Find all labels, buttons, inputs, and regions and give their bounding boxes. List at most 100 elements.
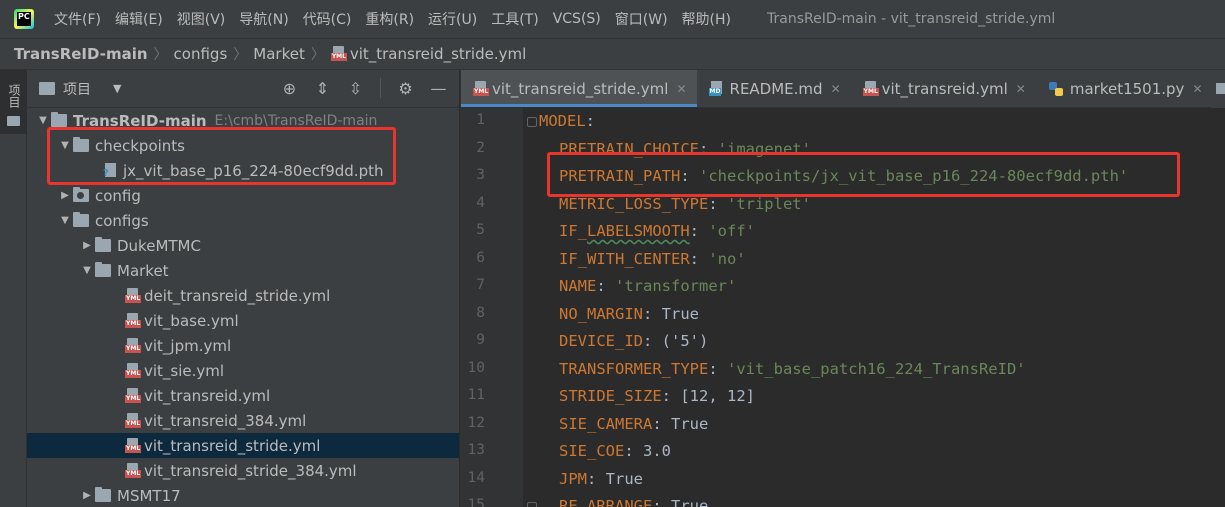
code-line[interactable]: PRETRAIN_CHOICE: 'imagenet'	[523, 136, 1225, 163]
tree-row-configs[interactable]: ▼ configs	[27, 208, 459, 233]
tree-row-yml-file[interactable]: vit_jpm.yml	[27, 333, 459, 358]
expanded-arrow-icon[interactable]: ▼	[35, 115, 51, 126]
menu-code[interactable]: 代码(C)	[303, 9, 352, 29]
yml-file-icon	[125, 287, 142, 304]
breadcrumb-separator-icon: 〉	[153, 47, 168, 63]
menu-tools[interactable]: 工具(T)	[491, 9, 538, 29]
tab-label: README.md	[729, 79, 823, 98]
tree-item-label: MSMT17	[117, 486, 181, 505]
project-tool-window-tab[interactable]: 项目	[0, 70, 27, 134]
code-line[interactable]: STRIDE_SIZE: [12, 12]	[523, 383, 1225, 410]
tree-row-yml-file[interactable]: vit_transreid_384.yml	[27, 408, 459, 433]
code-line[interactable]: IF_LABELSMOOTH: 'off'	[523, 218, 1225, 245]
menu-file[interactable]: 文件(F)	[54, 9, 101, 29]
yaml-value: 'imagenet'	[717, 139, 811, 158]
tree-row-market[interactable]: ▼ Market	[27, 258, 459, 283]
locate-icon[interactable]: ⊕	[279, 78, 300, 99]
code-area[interactable]: MODEL: PRETRAIN_CHOICE: 'imagenet' PRETRAI…	[523, 108, 1225, 507]
tab-readme[interactable]: README.md ✕	[697, 70, 851, 107]
close-icon[interactable]: ✕	[831, 82, 841, 96]
gear-icon[interactable]: ⚙	[395, 78, 416, 99]
menu-window[interactable]: 窗口(W)	[615, 9, 668, 29]
code-line[interactable]: RE_ARRANGE: True	[523, 493, 1225, 507]
tree-item-label: vit_transreid_stride_384.yml	[144, 461, 357, 480]
minimize-icon[interactable]: —	[428, 78, 449, 99]
yaml-value: 'off'	[708, 222, 755, 240]
yaml-key: SIE_COE	[559, 442, 625, 460]
breadcrumb-item-market[interactable]: Market	[253, 45, 305, 63]
menu-refactor[interactable]: 重构(R)	[365, 9, 414, 29]
code-line[interactable]: PRETRAIN_PATH: 'checkpoints/jx_vit_base_…	[523, 163, 1225, 190]
breadcrumb-item-configs[interactable]: configs	[174, 45, 228, 63]
code-line[interactable]: SIE_COE: 3.0	[523, 438, 1225, 465]
close-icon[interactable]: ✕	[1192, 82, 1202, 96]
line-number: 1	[476, 112, 485, 128]
menu-edit[interactable]: 编辑(E)	[115, 9, 163, 29]
tree-row-msmt17[interactable]: ▶ MSMT17	[27, 483, 459, 507]
menu-view[interactable]: 视图(V)	[177, 9, 226, 29]
window-title: TransReID-main - vit_transreid_stride.ym…	[767, 11, 1056, 27]
line-number: 15	[467, 497, 485, 507]
project-panel-title[interactable]: 项目	[63, 79, 91, 99]
line-number: 4	[476, 194, 485, 211]
collapsed-arrow-icon[interactable]: ▶	[57, 190, 73, 201]
folder-icon	[95, 262, 111, 277]
view-selector-chevron-down-icon[interactable]: ▼	[113, 82, 121, 95]
yaml-separator: :	[680, 167, 699, 185]
code-line[interactable]: NO_MARGIN: True	[523, 301, 1225, 328]
yaml-separator: :	[587, 469, 606, 488]
code-line[interactable]: METRIC_LOSS_TYPE: 'triplet'	[523, 191, 1225, 218]
expanded-arrow-icon[interactable]: ▼	[57, 215, 73, 226]
tree-row-checkpoints[interactable]: ▼ checkpoints	[27, 133, 459, 158]
code-line[interactable]: SIE_CAMERA: True	[523, 411, 1225, 438]
tab-market1501[interactable]: market1501.py ✕	[1036, 70, 1213, 107]
expand-all-icon[interactable]: ⇕	[312, 78, 333, 99]
tree-row-yml-file[interactable]: deit_transreid_stride.yml	[27, 283, 459, 308]
code-line[interactable]: MODEL:	[523, 108, 1225, 135]
tree-row-config[interactable]: ▶ config	[27, 183, 459, 208]
line-number: 2	[476, 139, 485, 156]
code-line[interactable]: NAME: 'transformer'	[523, 273, 1225, 300]
tree-item-label: vit_base.yml	[144, 311, 239, 330]
yaml-separator: :	[689, 249, 709, 268]
tree-row-yml-file[interactable]: vit_transreid.yml	[27, 383, 459, 408]
yaml-key: PRETRAIN_PATH	[559, 167, 681, 185]
expanded-arrow-icon[interactable]: ▼	[57, 140, 73, 151]
expanded-arrow-icon[interactable]: ▼	[79, 265, 95, 276]
collapsed-arrow-icon[interactable]: ▶	[79, 490, 95, 501]
collapsed-arrow-icon[interactable]: ▶	[79, 240, 95, 251]
tree-row-pth-file[interactable]: jx_vit_base_p16_224-80ecf9dd.pth	[27, 158, 459, 183]
folder-icon	[39, 82, 55, 95]
menu-run[interactable]: 运行(U)	[428, 9, 477, 29]
hidden-tab-file-icon[interactable]	[1211, 70, 1225, 108]
yml-file-icon	[125, 387, 142, 404]
menu-help[interactable]: 帮助(H)	[682, 9, 731, 29]
tab-vit-transreid-stride[interactable]: vit_transreid_stride.yml ✕	[461, 70, 697, 107]
breadcrumb-item-file[interactable]: vit_transreid_stride.yml	[350, 45, 526, 63]
pycharm-logo-icon[interactable]: PC	[14, 9, 34, 29]
menu-navigate[interactable]: 导航(N)	[239, 9, 288, 29]
fold-marker-icon[interactable]	[527, 117, 537, 127]
yaml-value: 'no'	[708, 249, 746, 268]
code-line[interactable]: TRANSFORMER_TYPE: 'vit_base_patch16_224_…	[523, 356, 1225, 383]
tree-row-root[interactable]: ▼ TransReID-main E:\cmb\TransReID-main	[27, 108, 459, 133]
yaml-separator: :	[708, 359, 727, 378]
menu-vcs[interactable]: VCS(S)	[553, 11, 601, 27]
tree-row-dukemtmc[interactable]: ▶ DukeMTMC	[27, 233, 459, 258]
collapse-all-icon[interactable]: ⇳	[345, 78, 366, 99]
code-line[interactable]: IF_WITH_CENTER: 'no'	[523, 246, 1225, 273]
yml-file-icon	[125, 337, 142, 354]
tree-row-yml-file-selected[interactable]: vit_transreid_stride.yml	[27, 433, 459, 458]
fold-marker-icon[interactable]	[527, 502, 537, 507]
tree-row-yml-file[interactable]: vit_base.yml	[27, 308, 459, 333]
code-line[interactable]: JPM: True	[523, 466, 1225, 493]
tab-vit-transreid[interactable]: vit_transreid.yml ✕	[851, 70, 1036, 107]
breadcrumb-item-project[interactable]: TransReID-main	[14, 45, 148, 63]
close-icon[interactable]: ✕	[676, 82, 686, 96]
tree-row-yml-file[interactable]: vit_sie.yml	[27, 358, 459, 383]
close-icon[interactable]: ✕	[1016, 82, 1026, 96]
yaml-value: True	[671, 497, 709, 507]
tree-row-yml-file[interactable]: vit_transreid_stride_384.yml	[27, 458, 459, 483]
yml-file-icon	[125, 362, 142, 379]
code-line[interactable]: DEVICE_ID: ('5')	[523, 328, 1225, 355]
